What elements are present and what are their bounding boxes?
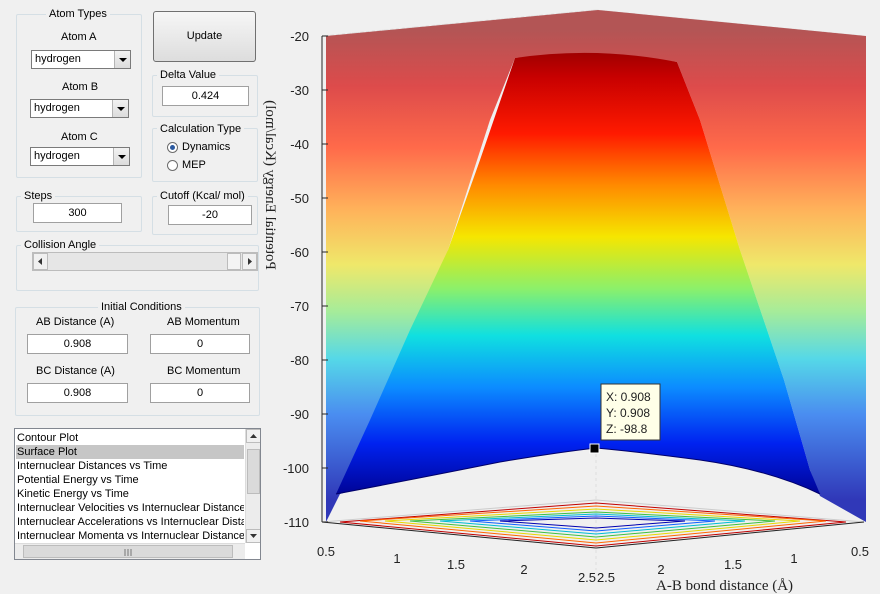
datatip-marker[interactable]: [589, 443, 600, 454]
dynamics-label: Dynamics: [182, 141, 231, 153]
ab-momentum-label: AB Momentum: [167, 316, 240, 328]
slider-right-arrow[interactable]: [242, 253, 257, 270]
calculation-type-title: Calculation Type: [157, 123, 245, 135]
bc-distance-label: BC Distance (A): [36, 365, 115, 377]
z-tick: -70: [290, 299, 309, 314]
z-tick: -20: [290, 29, 309, 44]
chevron-up-icon: [250, 434, 257, 438]
slider-left-arrow[interactable]: [33, 253, 48, 270]
datatip-z: Z: -98.8: [606, 422, 648, 436]
chevron-down-icon[interactable]: [114, 51, 130, 68]
x-tick: 1.5: [724, 557, 742, 572]
x-axis-label: A-B bond distance (Å): [656, 578, 793, 594]
delta-value-input[interactable]: 0.424: [162, 86, 249, 106]
y-tick: 1.5: [447, 557, 465, 572]
list-item-distances-vs-time[interactable]: Internuclear Distances vs Time: [16, 459, 244, 473]
surface-plot[interactable]: -20 -30 -40 -50 -60 -70 -80 -90 -100 -11…: [262, 0, 880, 594]
slider-thumb[interactable]: [227, 253, 241, 270]
cutoff-title: Cutoff (Kcal/ mol): [157, 190, 248, 202]
plot-type-listbox[interactable]: Contour Plot Surface Plot Internuclear D…: [14, 428, 261, 560]
ab-momentum-input[interactable]: 0: [150, 334, 250, 354]
hscroll-thumb[interactable]: [23, 545, 233, 558]
chevron-down-icon[interactable]: [112, 100, 128, 117]
list-item-kinetic-vs-time[interactable]: Kinetic Energy vs Time: [16, 487, 244, 501]
grip-icon: [124, 549, 132, 556]
list-item-velocities[interactable]: Internuclear Velocities vs Internuclear …: [16, 501, 244, 515]
z-tick: -110: [284, 515, 309, 530]
delta-value-title: Delta Value: [157, 69, 220, 81]
atom-types-title: Atom Types: [46, 8, 110, 20]
z-tick: -50: [290, 191, 309, 206]
list-item-contour-plot[interactable]: Contour Plot: [16, 431, 244, 445]
x-tick: 1: [790, 551, 797, 566]
dynamics-radio[interactable]: [167, 142, 178, 153]
x-tick: 2: [657, 562, 664, 577]
z-tick: -40: [290, 137, 309, 152]
y-tick: 0.5: [317, 544, 335, 559]
x-tick: 2.5: [597, 570, 615, 585]
y-tick: 2.5: [578, 570, 596, 585]
z-tick-labels: -20 -30 -40 -50 -60 -70 -80 -90 -100 -11…: [283, 29, 309, 530]
z-tick: -30: [290, 83, 309, 98]
z-tick: -100: [283, 461, 309, 476]
x-tick: 0.5: [851, 544, 869, 559]
chevron-down-icon[interactable]: [113, 148, 129, 165]
initial-conditions-title: Initial Conditions: [98, 301, 185, 313]
floor-contours: [321, 499, 865, 549]
atom-a-select[interactable]: hydrogen: [31, 50, 131, 69]
atom-b-value: hydrogen: [34, 102, 80, 114]
z-tick: -60: [290, 245, 309, 260]
steps-input[interactable]: 300: [33, 203, 122, 223]
list-item-surface-plot[interactable]: Surface Plot: [16, 445, 244, 459]
atom-a-value: hydrogen: [35, 53, 81, 65]
list-item-potential-vs-time[interactable]: Potential Energy vs Time: [16, 473, 244, 487]
datatip-y: Y: 0.908: [606, 406, 650, 420]
scroll-thumb[interactable]: [247, 449, 260, 494]
bc-momentum-label: BC Momentum: [167, 365, 241, 377]
atom-c-value: hydrogen: [34, 150, 80, 162]
mep-label: MEP: [182, 159, 206, 171]
atom-b-label: Atom B: [62, 81, 99, 93]
datatip-x: X: 0.908: [606, 390, 651, 404]
calculation-type-panel: [152, 128, 258, 182]
atom-b-select[interactable]: hydrogen: [30, 99, 129, 118]
bc-distance-input[interactable]: 0.908: [27, 383, 128, 403]
scroll-up-arrow[interactable]: [246, 429, 260, 443]
z-tick: -90: [290, 407, 309, 422]
cutoff-input[interactable]: -20: [168, 205, 252, 225]
z-axis-label: Potential Energy (Kcal/mol): [262, 100, 278, 270]
y-tick: 2: [520, 562, 527, 577]
list-item-momenta[interactable]: Internuclear Momenta vs Internuclear Dis…: [16, 529, 244, 543]
atom-c-label: Atom C: [61, 131, 98, 143]
atom-c-select[interactable]: hydrogen: [30, 147, 130, 166]
chevron-down-icon: [250, 534, 257, 538]
ab-distance-label: AB Distance (A): [36, 316, 115, 328]
collision-angle-slider[interactable]: [32, 252, 258, 271]
scroll-down-arrow[interactable]: [246, 529, 260, 543]
list-horizontal-scrollbar[interactable]: [15, 543, 245, 559]
atom-a-label: Atom A: [61, 31, 97, 43]
collision-angle-title: Collision Angle: [21, 239, 100, 251]
y-tick: 1: [393, 551, 400, 566]
list-item-accelerations[interactable]: Internuclear Accelerations vs Internucle…: [16, 515, 244, 529]
bc-momentum-input[interactable]: 0: [150, 383, 250, 403]
ab-distance-input[interactable]: 0.908: [27, 334, 128, 354]
chevron-left-icon: [38, 258, 42, 265]
list-vertical-scrollbar[interactable]: [245, 429, 260, 543]
chevron-right-icon: [248, 258, 252, 265]
steps-title: Steps: [21, 190, 56, 202]
mep-radio[interactable]: [167, 160, 178, 171]
z-tick: -80: [290, 353, 309, 368]
update-button[interactable]: Update: [153, 11, 256, 62]
y-tick-labels: 0.5 1 1.5 2 2.5: [317, 544, 596, 585]
